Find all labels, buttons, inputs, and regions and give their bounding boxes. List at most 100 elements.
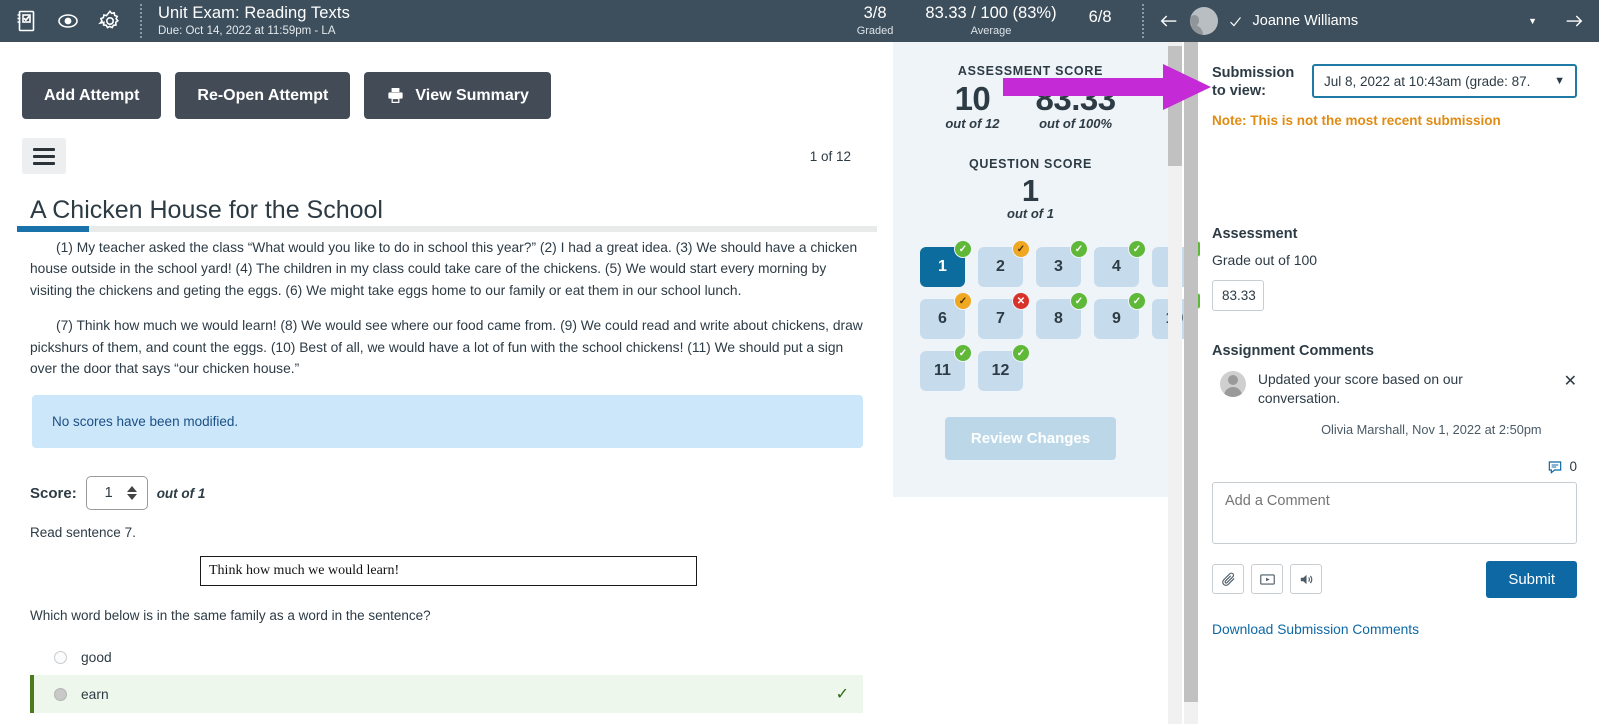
add-comment-input[interactable] [1212, 481, 1577, 544]
question-cell-number: 9 [1112, 310, 1121, 327]
video-icon [1259, 573, 1275, 585]
question-cell-9[interactable]: 9 ✓ [1094, 292, 1146, 339]
stat-average: 83.33 / 100 (83%) Average [909, 4, 1072, 38]
stat-graded-label: Graded [856, 24, 894, 37]
assessment-score-heading: ASSESSMENT SCORE [957, 64, 1104, 78]
stat-submitted: 6/8 [1073, 4, 1128, 28]
radio-icon-selected[interactable] [54, 687, 67, 701]
question-cell-number: 4 [1112, 258, 1121, 275]
score-label: Score: [30, 484, 77, 502]
app-header: Unit Exam: Reading Texts Due: Oct 14, 20… [0, 0, 1599, 42]
record-audio-button[interactable] [1290, 564, 1322, 594]
inner-scrollbar-thumb[interactable] [1168, 46, 1182, 166]
gear-icon[interactable] [98, 9, 122, 33]
score-stepper-arrows-icon[interactable] [126, 486, 137, 501]
assessment-percent-denominator: out of 100% [1039, 116, 1113, 131]
next-student-arrow-icon[interactable] [1563, 10, 1585, 32]
page-scrollbar-thumb[interactable] [1184, 42, 1198, 702]
stat-average-label: Average [970, 24, 1012, 37]
question-status-partial-icon: ✓ [1012, 240, 1030, 258]
reopen-attempt-button[interactable]: Re-Open Attempt [175, 72, 351, 119]
page-scrollbar[interactable] [1184, 42, 1198, 724]
assessment-points-score: 10 out of 12 [945, 80, 999, 131]
question-cell-7[interactable]: 7 ✕ [978, 292, 1030, 339]
question-score-value: 1 [1021, 173, 1040, 208]
question-cell-1[interactable]: 1 ✓ [920, 240, 972, 287]
attach-file-button[interactable] [1212, 564, 1244, 594]
comment-count-row: 0 [1212, 459, 1577, 475]
question-menu-button[interactable] [22, 138, 66, 174]
question-cell-4[interactable]: 4 ✓ [1094, 240, 1146, 287]
record-video-button[interactable] [1251, 564, 1283, 594]
download-submission-comments-link[interactable]: Download Submission Comments [1212, 622, 1577, 637]
score-summary-panel: ASSESSMENT SCORE 10 out of 12 83.33 out … [893, 42, 1204, 497]
question-cell-number: 7 [996, 310, 1005, 327]
exam-title-block: Unit Exam: Reading Texts Due: Oct 14, 20… [158, 4, 350, 38]
header-divider-2 [1141, 4, 1144, 38]
score-row: Score: out of 1 [30, 476, 863, 511]
question-cell-number: 11 [934, 362, 951, 379]
submission-to-view-value: Jul 8, 2022 at 10:43am (grade: 87. [1324, 73, 1531, 89]
grade-input[interactable]: 83.33 [1212, 280, 1264, 312]
close-icon[interactable]: ✕ [1560, 371, 1577, 436]
question-status-correct-icon: ✓ [1070, 292, 1088, 310]
score-input[interactable] [90, 485, 127, 502]
question-toolbar: 1 of 12 [0, 119, 893, 174]
question-cell-3[interactable]: 3 ✓ [1036, 240, 1088, 287]
question-prompt: Which word below is in the same family a… [30, 608, 431, 624]
student-dropdown-caret-icon[interactable]: ▼ [1528, 16, 1537, 26]
question-cell-number: 8 [1054, 310, 1063, 327]
answer-choice[interactable]: burn [30, 713, 863, 724]
submission-to-view-select[interactable]: Jul 8, 2022 at 10:43am (grade: 87. ▼ [1312, 64, 1577, 98]
score-out-of-label: out of 1 [156, 485, 206, 501]
add-attempt-button[interactable]: Add Attempt [22, 72, 162, 119]
assignment-icon[interactable] [14, 9, 38, 33]
question-status-correct-icon: ✓ [1128, 292, 1146, 310]
radio-icon[interactable] [54, 650, 67, 664]
answer-choice[interactable]: good [30, 639, 863, 675]
question-status-incorrect-icon: ✕ [1012, 292, 1030, 310]
question-cell-12[interactable]: 12 ✓ [978, 344, 1030, 391]
chevron-down-icon[interactable]: ▼ [1554, 75, 1565, 87]
passage-paragraph: (7) Think how much we would learn! (8) W… [30, 318, 863, 376]
question-cell-8[interactable]: 8 ✓ [1036, 292, 1088, 339]
question-cell-2[interactable]: 2 ✓ [978, 240, 1030, 287]
answer-choice-label: earn [81, 686, 109, 702]
inner-scrollbar[interactable] [1168, 42, 1182, 724]
page-counter: 1 of 12 [809, 148, 851, 164]
grading-sidebar: Submission to view: Jul 8, 2022 at 10:43… [1200, 42, 1599, 724]
review-changes-button[interactable]: Review Changes [944, 417, 1117, 460]
quoted-sentence-box: Think how much we would learn! [200, 556, 697, 587]
question-navigation-grid: 1✓2✓3✓4✓5✓6✓7✕8✓9✓10✓11✓12✓ [920, 240, 1204, 391]
speaker-icon [1300, 574, 1312, 584]
stat-graded: 3/8 Graded [841, 4, 910, 38]
stat-average-value: 83.33 / 100 (83%) [925, 4, 1057, 22]
assignment-comments-heading: Assignment Comments [1212, 343, 1374, 360]
question-cell-6[interactable]: 6 ✓ [920, 292, 972, 339]
submission-note: Note: This is not the most recent submis… [1212, 113, 1501, 129]
question-status-correct-icon: ✓ [1012, 344, 1030, 362]
submit-comment-button[interactable]: Submit [1486, 560, 1577, 598]
attempt-actions-toolbar: Add Attempt Re-Open Attempt View Summary [0, 42, 893, 119]
question-status-correct-icon: ✓ [954, 240, 972, 258]
submission-detail-panel: Add Attempt Re-Open Attempt View Summary… [0, 42, 893, 724]
header-divider [140, 4, 142, 38]
question-cell-number: 12 [991, 362, 1010, 379]
view-summary-button[interactable]: View Summary [364, 72, 551, 119]
previous-student-arrow-icon[interactable] [1158, 10, 1180, 32]
question-content: A Chicken House for the School (1) My te… [0, 174, 893, 724]
question-cell-number: 1 [938, 258, 947, 275]
question-score-denominator: out of 1 [1007, 206, 1054, 221]
answer-choice-selected-correct[interactable]: earn ✓ [30, 675, 863, 714]
printer-icon [388, 87, 403, 104]
stat-graded-value: 3/8 [863, 4, 887, 22]
question-cell-11[interactable]: 11 ✓ [920, 344, 972, 391]
score-stepper[interactable] [85, 476, 148, 511]
question-cell-number: 6 [938, 310, 947, 327]
assessment-percent-score: 83.33 out of 100% [1036, 80, 1117, 131]
assessment-heading: Assessment [1212, 226, 1298, 243]
exam-title: Unit Exam: Reading Texts [158, 3, 350, 22]
eye-icon[interactable] [56, 9, 80, 33]
question-status-correct-icon: ✓ [954, 344, 972, 362]
submission-selector-row: Submission to view: Jul 8, 2022 at 10:43… [1212, 64, 1577, 100]
